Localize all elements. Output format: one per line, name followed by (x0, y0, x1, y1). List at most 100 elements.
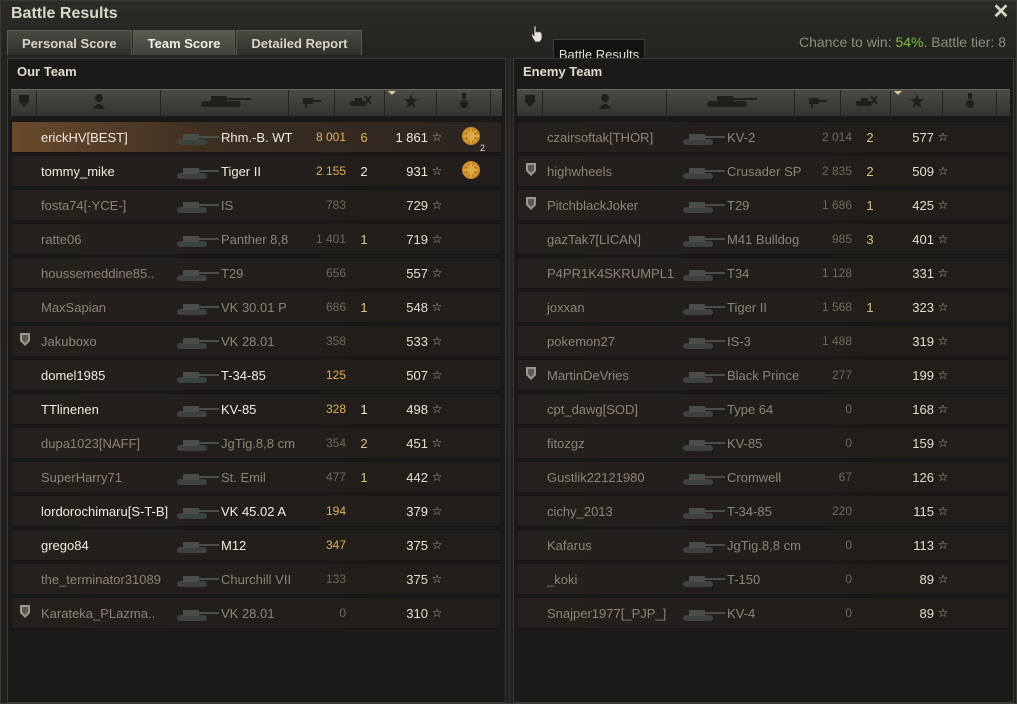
player-name: highwheels (547, 163, 613, 179)
medal-cell (952, 190, 1002, 220)
damage-value: 0 (845, 402, 852, 416)
player-row[interactable]: cpt_dawg[SOD] Type 64 0 168 ☆ (517, 393, 1010, 425)
xp-value: 719 (406, 231, 428, 247)
enemy-team-header-squad[interactable] (517, 90, 543, 117)
platoon-badge-icon (524, 196, 538, 214)
player-row[interactable]: dupa1023[NAFF] JgTig.8,8 cm 354 2 451 ☆ (11, 427, 502, 459)
tank-image-icon (679, 258, 727, 288)
medal-cell (446, 258, 496, 288)
xp-value: 323 (912, 299, 934, 315)
xp-value: 115 (913, 503, 934, 519)
enemy-team-header-damage[interactable] (795, 90, 841, 117)
player-row[interactable]: lordorochimaru[S-T-B] VK 45.02 A 194 379 ☆ (11, 495, 502, 527)
player-name: domel1985 (41, 367, 106, 383)
medal-icon (458, 93, 470, 114)
tank-name: IS-3 (727, 333, 751, 349)
our-team-header-xp-star[interactable] (385, 90, 437, 117)
player-name: czairsoftak[THOR] (547, 129, 654, 145)
player-row[interactable]: houssemeddine85.. T29 656 557 ☆ (11, 257, 502, 289)
player-row[interactable]: P4PR1K4SKRUMPL1 T34 1 128 331 ☆ (517, 257, 1010, 289)
our-team-header-kills[interactable] (335, 90, 385, 117)
tank-name: T34 (727, 265, 750, 281)
medal-cell (952, 258, 1002, 288)
player-row[interactable]: ratte06 Panther 8,8 1 401 1 719 ☆ (11, 223, 502, 255)
damage-value: 2 835 (821, 164, 852, 178)
kills-value: 1 (866, 197, 874, 213)
window-title: Battle Results (11, 5, 118, 22)
enemy-team-header-kills[interactable] (841, 90, 891, 117)
tank-image-icon (679, 292, 727, 322)
damage-value: 194 (325, 504, 346, 518)
player-row[interactable]: fitozgz KV-85 0 159 ☆ (517, 427, 1010, 459)
xp-value: 509 (912, 163, 934, 179)
our-team-header-player[interactable] (37, 90, 161, 117)
tank-image-icon (679, 190, 727, 220)
achievement-medal-icon[interactable]: 2 (460, 125, 485, 153)
tab-personal-score[interactable]: Personal Score (7, 30, 132, 55)
xp-value: 577 (912, 129, 934, 145)
star-icon: ☆ (431, 232, 443, 246)
player-row[interactable]: Snajper1977[_PJP_] KV-4 0 89 ☆ (517, 597, 1010, 629)
achievement-medal-icon[interactable] (460, 159, 482, 184)
player-row[interactable]: cichy_2013 T-34-85 220 115 ☆ (517, 495, 1010, 527)
player-row[interactable]: Kafarus JgTig.8,8 cm 0 113 ☆ (517, 529, 1010, 561)
player-row[interactable]: gazTak7[LICAN] M41 Bulldog 985 3 401 ☆ (517, 223, 1010, 255)
tank-name: T-34-85 (727, 503, 772, 519)
player-row[interactable]: fosta74[-YCE-] IS 783 729 ☆ (11, 189, 502, 221)
close-icon[interactable]: ✕ (992, 2, 1010, 22)
enemy-team-header-tank[interactable] (667, 90, 795, 117)
enemy-team-header-medal[interactable] (943, 90, 997, 117)
enemy-team-header-player[interactable] (543, 90, 667, 117)
tank-name: VK 28.01 (221, 333, 275, 349)
tank-image-icon (173, 122, 221, 152)
our-team-header-tank[interactable] (161, 90, 289, 117)
squad-icon (17, 94, 31, 113)
our-team-header-squad[interactable] (11, 90, 37, 117)
xp-value: 442 (406, 469, 428, 485)
enemy-team-header-xp-star[interactable] (891, 90, 943, 117)
player-row[interactable]: Jakuboxo VK 28.01 358 533 ☆ (11, 325, 502, 357)
tank-image-icon (679, 360, 727, 390)
player-row[interactable]: grego84 M12 347 375 ☆ (11, 529, 502, 561)
our-team-header-medal[interactable] (437, 90, 491, 117)
enemy-team-header (517, 89, 1010, 117)
medal-cell (952, 496, 1002, 526)
player-row[interactable]: tommy_mike Tiger II 2 155 2 931 ☆ (11, 155, 502, 187)
damage-value: 1 568 (821, 300, 852, 314)
xp-value: 931 (406, 163, 428, 179)
player-row[interactable]: highwheels Crusader SP 2 835 2 509 ☆ (517, 155, 1010, 187)
star-icon: ☆ (937, 334, 949, 348)
medal-cell (952, 530, 1002, 560)
player-row[interactable]: czairsoftak[THOR] KV-2 2 014 2 577 ☆ (517, 121, 1010, 153)
squad-icon (523, 94, 537, 113)
player-row[interactable]: the_terminator31089 Churchill VII 133 375 ☆ (11, 563, 502, 595)
player-row[interactable]: TTlinenen KV-85 328 1 498 ☆ (11, 393, 502, 425)
player-row[interactable]: MartinDeVries Black Prince 277 199 ☆ (517, 359, 1010, 391)
our-team-header-damage[interactable] (289, 90, 335, 117)
squad-cell (518, 496, 544, 526)
medal-cell (446, 598, 496, 628)
player-row[interactable]: domel1985 T-34-85 125 507 ☆ (11, 359, 502, 391)
tank-name: KV-85 (727, 435, 763, 451)
star-icon: ☆ (431, 606, 443, 620)
battle-results-window: Battle Results ✕ Personal Score Team Sco… (0, 0, 1017, 704)
player-row[interactable]: MaxSapian VK 30.01 P 686 1 548 ☆ (11, 291, 502, 323)
star-icon: ☆ (937, 572, 949, 586)
player-row[interactable]: _koki T-150 0 89 ☆ (517, 563, 1010, 595)
player-row[interactable]: Gustlik22121980 Cromwell 67 126 ☆ (517, 461, 1010, 493)
player-row[interactable]: SuperHarry71 St. Emil 477 1 442 ☆ (11, 461, 502, 493)
chance-label: Chance to win: (798, 34, 896, 50)
squad-cell (12, 428, 38, 458)
player-row[interactable]: Karateka_PLazma.. VK 28.01 0 310 ☆ (11, 597, 502, 629)
player-row[interactable]: erickHV[BEST] Rhm.-B. WT 8 001 6 1 861 ☆ 2 (11, 121, 502, 153)
tab-detailed-report[interactable]: Detailed Report (236, 30, 363, 55)
kills-value: 6 (360, 129, 368, 145)
win-chance-summary: Chance to win: 54%. Battle tier: 8 (799, 34, 1006, 50)
player-row[interactable]: PitchblackJoker T29 1 686 1 425 ☆ (517, 189, 1010, 221)
our-team-panel: Our Team erickHV[BEST] Rhm.-B. WT 8 001 6 1 … (7, 58, 506, 703)
tab-team-score[interactable]: Team Score (132, 30, 236, 55)
xp-value: 159 (912, 435, 934, 451)
player-row[interactable]: joxxan Tiger II 1 568 1 323 ☆ (517, 291, 1010, 323)
player-row[interactable]: pokemon27 IS-3 1 488 319 ☆ (517, 325, 1010, 357)
tank-image-icon (679, 598, 727, 628)
